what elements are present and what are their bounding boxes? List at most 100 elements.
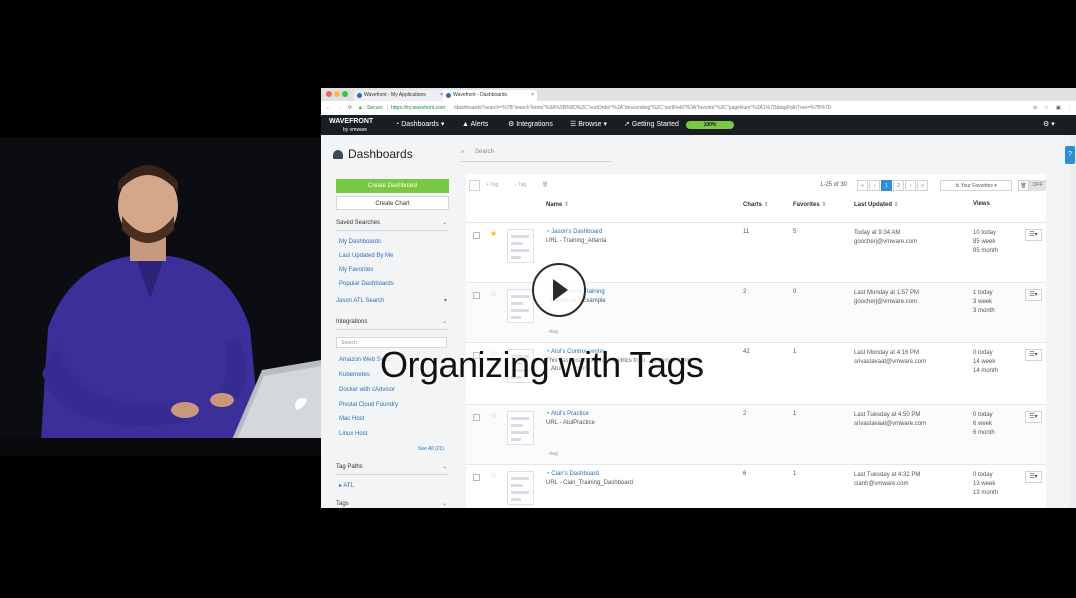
trash-filter-icon[interactable]: 🗑︎ [1018,180,1029,191]
last-updated: Today at 9:34 AM goocherj@vmware.com [854,229,917,247]
views-stats: 1 today 3 week 3 month [973,289,995,316]
favorites-count: 1 [793,411,797,417]
last-page-icon[interactable]: » [917,180,928,191]
dashboard-url: URL - Training_Atlanta [546,238,607,244]
nav-getting-started[interactable]: ➚ Getting Started [624,115,679,135]
select-all-checkbox[interactable]: ○ [469,180,480,191]
tag-path-label: ATL [343,483,354,489]
forward-icon[interactable]: → [337,101,342,115]
dropdown-label: Your Favorites [960,183,993,189]
tag-paths-header[interactable]: Tag Paths ⌄ [336,461,449,475]
tags-header[interactable]: Tags ⌄ [336,498,449,508]
integration-link[interactable]: Linux Host [339,431,367,437]
saved-searches-header[interactable]: Saved Searches ⌄ [336,217,449,231]
extension-icon[interactable]: ▣ [1056,101,1061,115]
column-header-name[interactable]: Name ⇕ [546,201,569,208]
row-checkbox[interactable] [473,292,480,299]
next-page-icon[interactable]: › [905,180,916,191]
bookmark-star-icon[interactable]: ☆ [1044,101,1048,115]
favorite-star-icon[interactable]: ★ [490,229,497,238]
close-tab-icon[interactable]: × [531,90,534,101]
dashboard-name-link[interactable]: ◔ Cian's Dashboard [546,471,599,477]
favorite-star-icon[interactable]: ☆ [490,411,497,420]
nav-alerts[interactable]: ▲ Alerts [462,115,488,135]
add-tag-button[interactable]: + Tag [486,180,498,191]
column-header-views[interactable]: Views [973,201,990,207]
saved-link-last-updated[interactable]: Last Updated By Me [339,253,393,259]
views-month: 13 month [973,490,999,496]
column-header-charts[interactable]: Charts ⇕ [743,201,769,208]
row-menu-button[interactable]: ☰▾ [1025,411,1042,423]
reload-icon[interactable]: ⟳ [348,101,352,115]
integration-link[interactable]: Mac Host [339,416,364,422]
row-menu-button[interactable]: ☰▾ [1025,289,1042,301]
table-row[interactable]: ☆ ◔ Atul's Practice URL - AtulPractice +tag… [466,404,1046,465]
add-tag-link[interactable]: +tag [548,329,558,335]
saved-link-favorites[interactable]: My Favorites [339,267,373,273]
create-chart-button[interactable]: Create Chart [336,196,449,210]
nav-integrations[interactable]: ⚙ Integrations [508,115,553,135]
row-menu-button[interactable]: ☰▾ [1025,471,1042,483]
dashboard-url: URL - Cian_Training_Dashboard [546,480,633,486]
extension-icon[interactable]: ⊙ [1033,101,1037,115]
browser-tab-applications[interactable]: Wavefront - My Applications × [354,90,446,101]
browser-menu-icon[interactable]: ⋮ [1067,101,1072,115]
off-toggle[interactable]: OFF [1029,180,1046,191]
saved-link-my-dashboards[interactable]: My Dashboards [339,239,381,245]
create-dashboard-button[interactable]: Create Dashboard [336,179,449,193]
row-checkbox[interactable] [473,474,480,481]
views-month: 85 month [973,248,999,254]
integration-link[interactable]: Docker with cAdvisor [339,387,395,393]
remove-tag-button[interactable]: − Tag [514,180,526,191]
back-icon[interactable]: ← [326,101,331,115]
help-tab-button[interactable]: ? [1065,146,1075,164]
first-page-icon[interactable]: « [857,180,868,191]
favorite-star-icon[interactable]: ☆ [490,289,497,298]
wavefront-favicon-icon [357,93,362,98]
wavefront-logo[interactable]: WAVEFRONT by vmware [329,118,373,134]
delete-icon[interactable]: 🗑︎ [542,180,548,191]
integration-link[interactable]: Kubernetes [339,372,370,378]
progress-label: 100% [703,122,717,128]
dropdown-icon[interactable]: ▾ [444,295,447,308]
saved-link-popular[interactable]: Popular Dashboards [339,281,394,287]
dashboard-search-input[interactable]: ⌕ Search [461,145,611,162]
custom-saved-search[interactable]: Jason ATL Search ▾ [336,295,449,308]
dashboard-name-link[interactable]: ◔ Jason's Dashboard [546,229,602,235]
page-2-button[interactable]: 2 [893,180,904,191]
address-bar[interactable]: ← → ⟳ 🔒︎ Secure | https://try.wavefront.… [321,101,1076,116]
nav-label: Getting Started [631,121,679,128]
column-header-last-updated[interactable]: Last Updated ⇕ [854,201,899,208]
page-1-button[interactable]: 1 [881,180,892,191]
play-button[interactable] [532,263,586,317]
video-caption: Organizing with Tags [380,344,704,385]
prev-page-icon[interactable]: ‹ [869,180,880,191]
nav-browse[interactable]: ☰ Browse ▾ [570,115,607,135]
row-menu-button[interactable]: ☰▾ [1025,229,1042,241]
header-label: Favorites [793,202,820,208]
integrations-header[interactable]: Integrations ⌄ [336,316,449,330]
row-checkbox[interactable] [473,414,480,421]
browser-tab-dashboards[interactable]: Wavefront - Dashboards × [443,90,537,101]
nav-dashboards[interactable]: ◔ Dashboards ▾ [395,115,444,135]
tag-path-item[interactable]: ▸ ATL [339,482,354,489]
close-window-icon[interactable] [326,91,332,97]
integration-link[interactable]: Pivotal Cloud Foundry [339,402,398,408]
column-header-favorites[interactable]: Favorites ⇕ [793,201,826,208]
favorites-filter-dropdown[interactable]: ⇅ Your Favorites ▾ [940,180,1012,191]
dashboard-name-link[interactable]: ◔ Atul's Practice [546,411,589,417]
dashboard-name: Jason's Dashboard [551,229,603,235]
rocket-icon: ➚ [624,121,632,128]
page-scrollbar[interactable] [1070,135,1076,508]
see-all-link[interactable]: See All (21) [418,446,444,452]
favorite-star-icon[interactable]: ☆ [490,471,497,480]
maximize-window-icon[interactable] [342,91,348,97]
row-checkbox[interactable] [473,232,480,239]
settings-gear-icon[interactable]: ⚙ ▾ [1043,115,1055,135]
add-tag-link[interactable]: +tag [548,451,558,457]
charts-count: 11 [743,229,750,235]
table-row[interactable]: ☆ ◔ Cian's Dashboard URL - Cian_Training_D… [466,464,1046,508]
row-menu-button[interactable]: ☰▾ [1025,349,1042,361]
minimize-window-icon[interactable] [334,91,340,97]
last-updated: Last Tuesday at 4:32 PM cianh@vmware.com [854,471,920,489]
